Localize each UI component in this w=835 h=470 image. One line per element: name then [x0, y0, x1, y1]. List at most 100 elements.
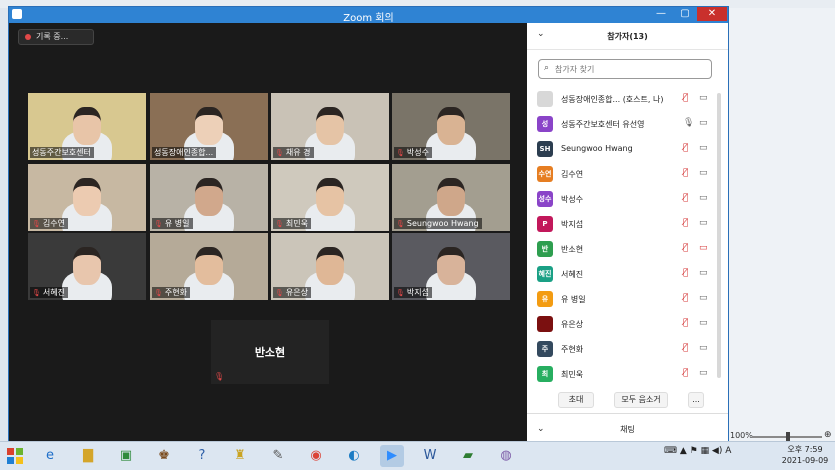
edge-icon[interactable]: ◐: [342, 445, 366, 467]
participant-row[interactable]: 성수 박성수 🎙̸ ▭: [527, 187, 719, 211]
video-tile[interactable]: 🎙 Seungwoo Hwang: [392, 164, 510, 231]
participant-row[interactable]: 수연 김수연 🎙̸ ▭: [527, 162, 719, 186]
avatar: P: [537, 216, 553, 232]
video-tile[interactable]: 🎙 박지섭: [392, 233, 510, 300]
mic-muted-icon: 🎙: [154, 289, 163, 297]
paint-icon[interactable]: ◍: [494, 445, 518, 467]
green-app-icon[interactable]: ▰: [456, 445, 480, 467]
scrollbar[interactable]: [717, 93, 721, 378]
camera-icon[interactable]: ▭: [699, 268, 708, 278]
camera-icon[interactable]: ▭: [699, 168, 708, 178]
invite-button[interactable]: 초대: [558, 392, 594, 408]
video-tile[interactable]: 🎙 박성수: [392, 93, 510, 160]
participant-name-label: 🎙 최민욱: [273, 218, 311, 229]
help-icon[interactable]: ?: [190, 445, 214, 467]
participant-search-input[interactable]: ⌕ 참가자 찾기: [538, 59, 712, 79]
participant-row[interactable]: 성 성동주간보호센터 유선영 🎙 ▭: [527, 112, 719, 136]
video-tile[interactable]: 🎙 서혜진: [28, 233, 146, 300]
camera-icon[interactable]: ▭: [699, 218, 708, 228]
camera-icon[interactable]: ▭: [699, 343, 708, 353]
word-icon[interactable]: W: [418, 445, 442, 467]
video-tile[interactable]: 🎙 김수연: [28, 164, 146, 231]
participant-face: [316, 247, 344, 285]
clock[interactable]: 오후 7:59 2021-09-09: [780, 444, 830, 466]
avatar: 반: [537, 241, 553, 257]
participant-name-label: 🎙 Seungwoo Hwang: [394, 218, 482, 229]
participant-row[interactable]: 주 주현화 🎙̸ ▭: [527, 337, 719, 361]
more-button[interactable]: ...: [688, 392, 704, 408]
participant-row[interactable]: 성동장애인종합... (호스트, 나) 🎙̸ ▭: [527, 87, 719, 111]
app-icon[interactable]: ♜: [228, 445, 252, 467]
participant-name: 박지섭: [406, 288, 429, 297]
windows-start-icon[interactable]: [4, 445, 26, 467]
participant-name: 반소현: [561, 245, 584, 254]
recording-indicator[interactable]: 기록 중...: [18, 29, 94, 45]
file-explorer-icon[interactable]: ▇: [76, 445, 100, 467]
zoom-in-icon[interactable]: ⊕: [824, 430, 832, 440]
chat-label: 채팅: [620, 425, 635, 434]
tools-icon[interactable]: ✎: [266, 445, 290, 467]
avatar: 유: [537, 291, 553, 307]
camera-icon[interactable]: ▭: [699, 118, 708, 128]
record-icon: [25, 34, 31, 40]
mic-muted-icon[interactable]: 🎙̸: [683, 318, 688, 328]
participant-row[interactable]: P 박지섭 🎙̸ ▭: [527, 212, 719, 236]
camera-icon[interactable]: ▭: [699, 193, 708, 203]
mic-muted-icon: 🎙: [275, 149, 284, 157]
minimize-button[interactable]: —: [649, 7, 673, 21]
video-tile[interactable]: 성동장애인종합...: [150, 93, 268, 160]
zoom-icon[interactable]: ▶: [380, 445, 404, 467]
video-tile[interactable]: 🎙 채유 경: [271, 93, 389, 160]
mic-muted-icon[interactable]: 🎙̸: [683, 368, 688, 378]
camera-icon[interactable]: ▭: [699, 143, 708, 153]
participant-name: 채유 경: [285, 148, 311, 157]
video-tile[interactable]: 🎙 유은상: [271, 233, 389, 300]
participant-name-label: 🎙 박지섭: [394, 287, 432, 298]
mic-muted-icon[interactable]: 🎙̸: [683, 193, 688, 203]
participant-name: 박성수: [561, 195, 584, 204]
video-tile[interactable]: 🎙 주현화: [150, 233, 268, 300]
mic-muted-icon: 🎙: [154, 220, 163, 228]
store-icon[interactable]: ▣: [114, 445, 138, 467]
mic-muted-icon[interactable]: 🎙̸: [683, 143, 688, 153]
mic-icon[interactable]: 🎙: [683, 118, 694, 128]
mic-muted-icon[interactable]: 🎙̸: [683, 218, 688, 228]
participant-name: 성동장애인종합... (호스트, 나): [561, 95, 664, 104]
video-tile[interactable]: 성동주간보호센터: [28, 93, 146, 160]
participant-name-label: 🎙 채유 경: [273, 147, 314, 158]
internet-explorer-icon[interactable]: e: [38, 445, 62, 467]
game-icon[interactable]: ♚: [152, 445, 176, 467]
participant-row[interactable]: 유 유 병일 🎙̸ ▭: [527, 287, 719, 311]
clock-date: 2021-09-09: [781, 456, 829, 465]
camera-icon[interactable]: ▭: [699, 368, 708, 378]
camera-off-icon[interactable]: ▭: [699, 243, 708, 253]
system-tray[interactable]: ⌨ ▲ ⚑ ▦ ◀) A: [664, 446, 731, 456]
video-tile[interactable]: 🎙 유 병일: [150, 164, 268, 231]
participant-face: [73, 107, 101, 145]
mic-muted-icon[interactable]: 🎙̸: [683, 293, 688, 303]
camera-icon[interactable]: ▭: [699, 318, 708, 328]
participant-row[interactable]: 혜진 서혜진 🎙̸ ▭: [527, 262, 719, 286]
participant-row[interactable]: 반 반소현 🎙̸ ▭: [527, 237, 719, 261]
close-button[interactable]: ✕: [697, 7, 727, 21]
video-tile[interactable]: 🎙 최민욱: [271, 164, 389, 231]
participant-face: [316, 178, 344, 216]
mute-all-button[interactable]: 모두 음소거: [614, 392, 668, 408]
mic-muted-icon[interactable]: 🎙̸: [683, 243, 688, 253]
mic-muted-icon[interactable]: 🎙̸: [683, 343, 688, 353]
participant-row[interactable]: 최 최민욱 🎙̸ ▭: [527, 362, 719, 386]
participant-row[interactable]: SH Seungwoo Hwang 🎙̸ ▭: [527, 137, 719, 161]
chat-section[interactable]: ⌄ 채팅: [527, 413, 728, 443]
participant-face: [195, 247, 223, 285]
avatar: 성수: [537, 191, 553, 207]
mic-muted-icon[interactable]: 🎙̸: [683, 268, 688, 278]
participant-row[interactable]: 유은상 🎙̸ ▭: [527, 312, 719, 336]
maximize-button[interactable]: ▢: [673, 7, 697, 21]
mic-muted-icon[interactable]: 🎙̸: [683, 168, 688, 178]
participant-name-label: 성동장애인종합...: [152, 147, 217, 158]
camera-icon[interactable]: ▭: [699, 293, 708, 303]
camera-icon[interactable]: ▭: [699, 93, 708, 103]
video-tile-name-only[interactable]: 반소현 🎙: [211, 320, 329, 384]
mic-muted-icon[interactable]: 🎙̸: [683, 93, 688, 103]
chrome-icon[interactable]: ◉: [304, 445, 328, 467]
